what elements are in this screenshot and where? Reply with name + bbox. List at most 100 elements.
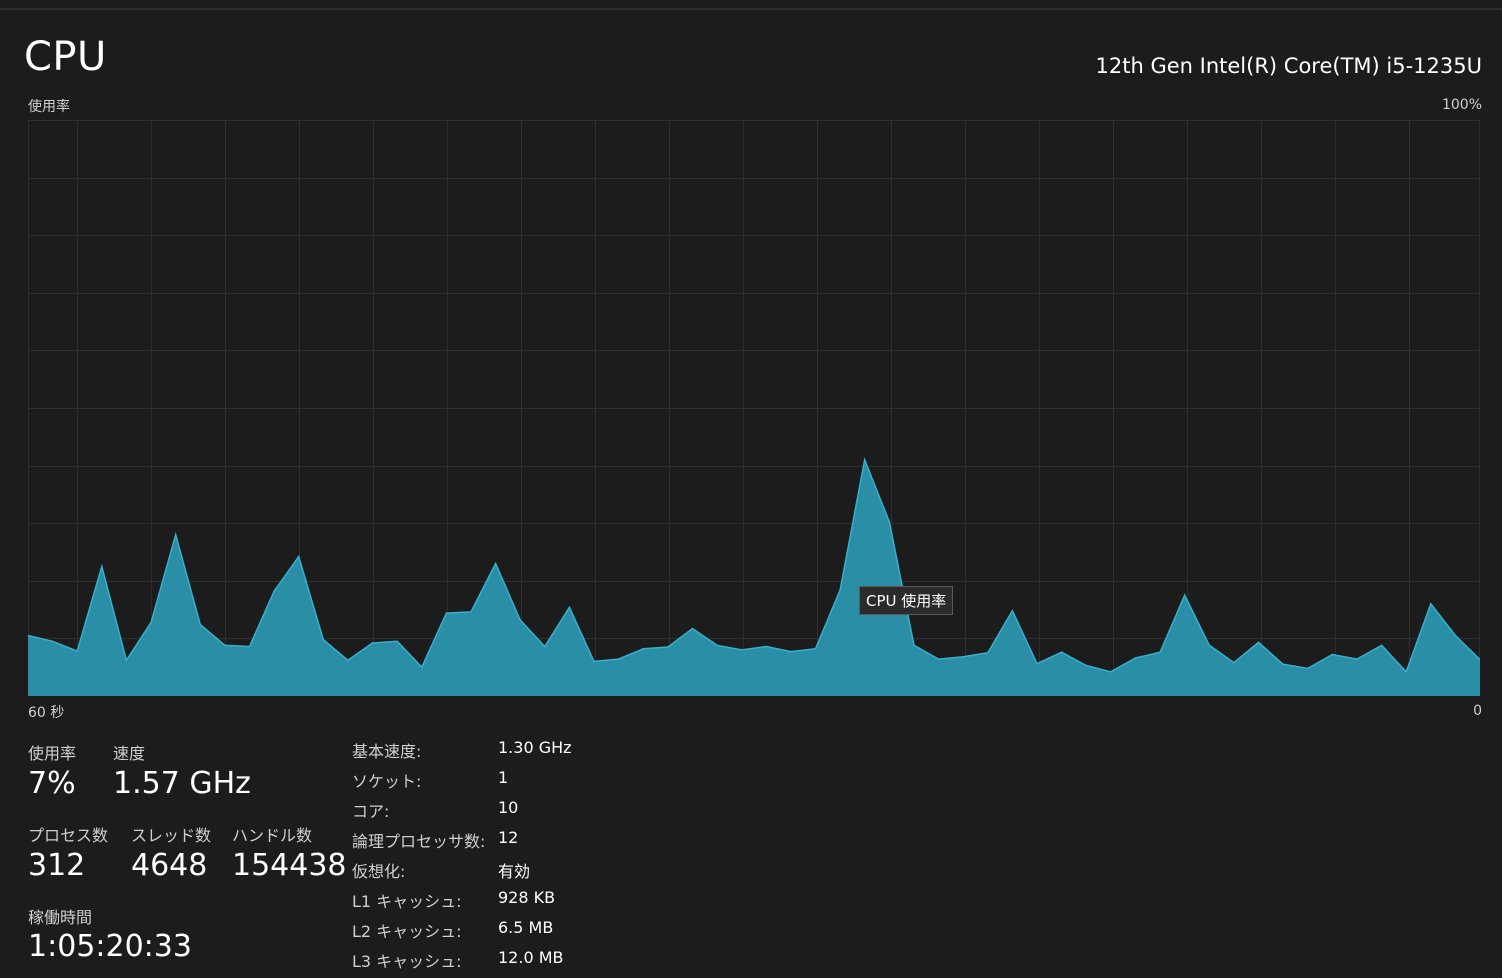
cpu-usage-point — [814, 648, 817, 650]
graph-y-label: 使用率 — [28, 99, 70, 115]
speed-value: 1.57 GHz — [113, 766, 251, 801]
cpu-usage-point — [1380, 644, 1383, 647]
cpu-usage-point — [1454, 634, 1457, 637]
cpu-usage-point — [691, 627, 694, 630]
cpu-usage-point — [1208, 644, 1211, 647]
info-row-logical-processors: 論理プロセッサ数: 12 — [352, 828, 592, 858]
cpu-usage-point — [1233, 661, 1235, 664]
cpu-usage-point — [1159, 651, 1161, 653]
cpu-usage-point — [1011, 610, 1014, 612]
cpu-usage-point — [1306, 667, 1309, 670]
graph-x-left-label: 60 秒 — [28, 705, 65, 721]
info-value: 10 — [498, 798, 519, 817]
info-row-sockets: ソケット: 1 — [352, 768, 592, 798]
cpu-usage-point — [76, 650, 78, 652]
cpu-usage-point — [593, 660, 595, 663]
info-value: 1.30 GHz — [498, 738, 572, 757]
cpu-usage-point — [51, 640, 54, 643]
info-value: 12 — [498, 828, 519, 847]
info-key: L2 キャッシュ: — [352, 922, 462, 941]
info-value: 有効 — [498, 862, 531, 881]
info-key: コア: — [352, 802, 390, 821]
cpu-usage-point — [519, 619, 521, 621]
cpu-usage-point — [273, 590, 275, 592]
cpu-usage-point — [1085, 664, 1087, 667]
info-row-l1-cache: L1 キャッシュ: 928 KB — [352, 888, 592, 918]
cpu-usage-point — [568, 606, 571, 609]
info-row-base-speed: 基本速度: 1.30 GHz — [352, 738, 592, 768]
cpu-usage-point — [1134, 657, 1137, 659]
cpu-usage-point — [421, 666, 423, 668]
info-value: 1 — [498, 768, 509, 787]
info-key: 論理プロセッサ数: — [352, 832, 486, 851]
cpu-usage-point — [1282, 663, 1284, 666]
cpu-usage-point — [494, 562, 497, 565]
cpu-usage-point — [544, 645, 546, 648]
info-value: 6.5 MB — [498, 918, 554, 937]
graph-tooltip: CPU 使用率 — [859, 586, 954, 615]
processes-label: プロセス数 — [28, 826, 109, 845]
cpu-usage-point — [937, 658, 940, 660]
info-row-cores: コア: 10 — [352, 798, 592, 828]
cpu-usage-point — [224, 644, 226, 647]
threads-value: 4648 — [131, 848, 208, 883]
cpu-usage-point — [101, 565, 103, 568]
cpu-usage-point — [888, 521, 891, 523]
uptime-value: 1:05:20:33 — [28, 929, 192, 964]
info-row-l2-cache: L2 キャッシュ: 6.5 MB — [352, 918, 592, 948]
cpu-usage-point — [445, 612, 448, 614]
cpu-usage-point — [765, 645, 768, 648]
info-key: L1 キャッシュ: — [352, 892, 462, 911]
cpu-usage-point — [1331, 653, 1334, 656]
info-key: L3 キャッシュ: — [352, 952, 462, 971]
cpu-usage-point — [617, 658, 620, 660]
cpu-usage-point — [642, 648, 645, 650]
info-row-virtualization: 仮想化: 有効 — [352, 858, 592, 888]
threads-label: スレッド数 — [131, 826, 212, 845]
info-key: ソケット: — [352, 772, 422, 791]
page-title: CPU — [24, 34, 107, 80]
cpu-usage-point — [839, 589, 841, 591]
cpu-usage-point — [347, 659, 349, 662]
cpu-usage-point — [371, 642, 374, 644]
cpu-usage-line — [28, 457, 1480, 674]
info-key: 仮想化: — [352, 862, 406, 881]
cpu-usage-point — [987, 652, 989, 654]
cpu-usage-point — [863, 459, 866, 461]
cpu-usage-point — [150, 621, 152, 624]
cpu-usage-point — [1110, 671, 1112, 673]
processes-value: 312 — [28, 848, 86, 883]
top-divider — [0, 8, 1502, 10]
usage-label: 使用率 — [28, 744, 77, 763]
info-value: 928 KB — [498, 888, 556, 907]
cpu-usage-point — [716, 644, 718, 647]
cpu-usage-point — [1356, 658, 1358, 660]
cpu-usage-point — [1060, 651, 1063, 653]
speed-label: 速度 — [113, 744, 146, 763]
cpu-model-name: 12th Gen Intel(R) Core(TM) i5-1235U — [1095, 54, 1482, 78]
info-key: 基本速度: — [352, 742, 422, 761]
usage-value: 7% — [28, 766, 76, 801]
handles-value: 154438 — [232, 848, 347, 883]
cpu-usage-graph[interactable] — [28, 120, 1480, 696]
cpu-usage-point — [740, 649, 743, 651]
cpu-usage-point — [470, 611, 472, 613]
handles-label: ハンドル数 — [232, 826, 313, 845]
cpu-usage-point — [1405, 671, 1407, 673]
cpu-usage-chart[interactable] — [28, 120, 1480, 696]
cpu-usage-point — [1036, 662, 1038, 665]
cpu-usage-point — [174, 533, 177, 536]
graph-y-max-label: 100% — [1441, 97, 1482, 113]
cpu-usage-point — [396, 640, 399, 643]
cpu-usage-point — [322, 638, 325, 641]
cpu-usage-point — [790, 650, 792, 653]
cpu-usage-point — [962, 656, 964, 658]
cpu-usage-point — [913, 644, 915, 647]
cpu-usage-point — [1430, 603, 1432, 605]
cpu-usage-point — [125, 659, 128, 662]
cpu-usage-point — [199, 623, 202, 626]
cpu-usage-point — [1257, 641, 1260, 644]
cpu-usage-point — [667, 646, 669, 648]
cpu-usage-point — [1183, 594, 1186, 596]
uptime-label: 稼働時間 — [28, 908, 93, 927]
